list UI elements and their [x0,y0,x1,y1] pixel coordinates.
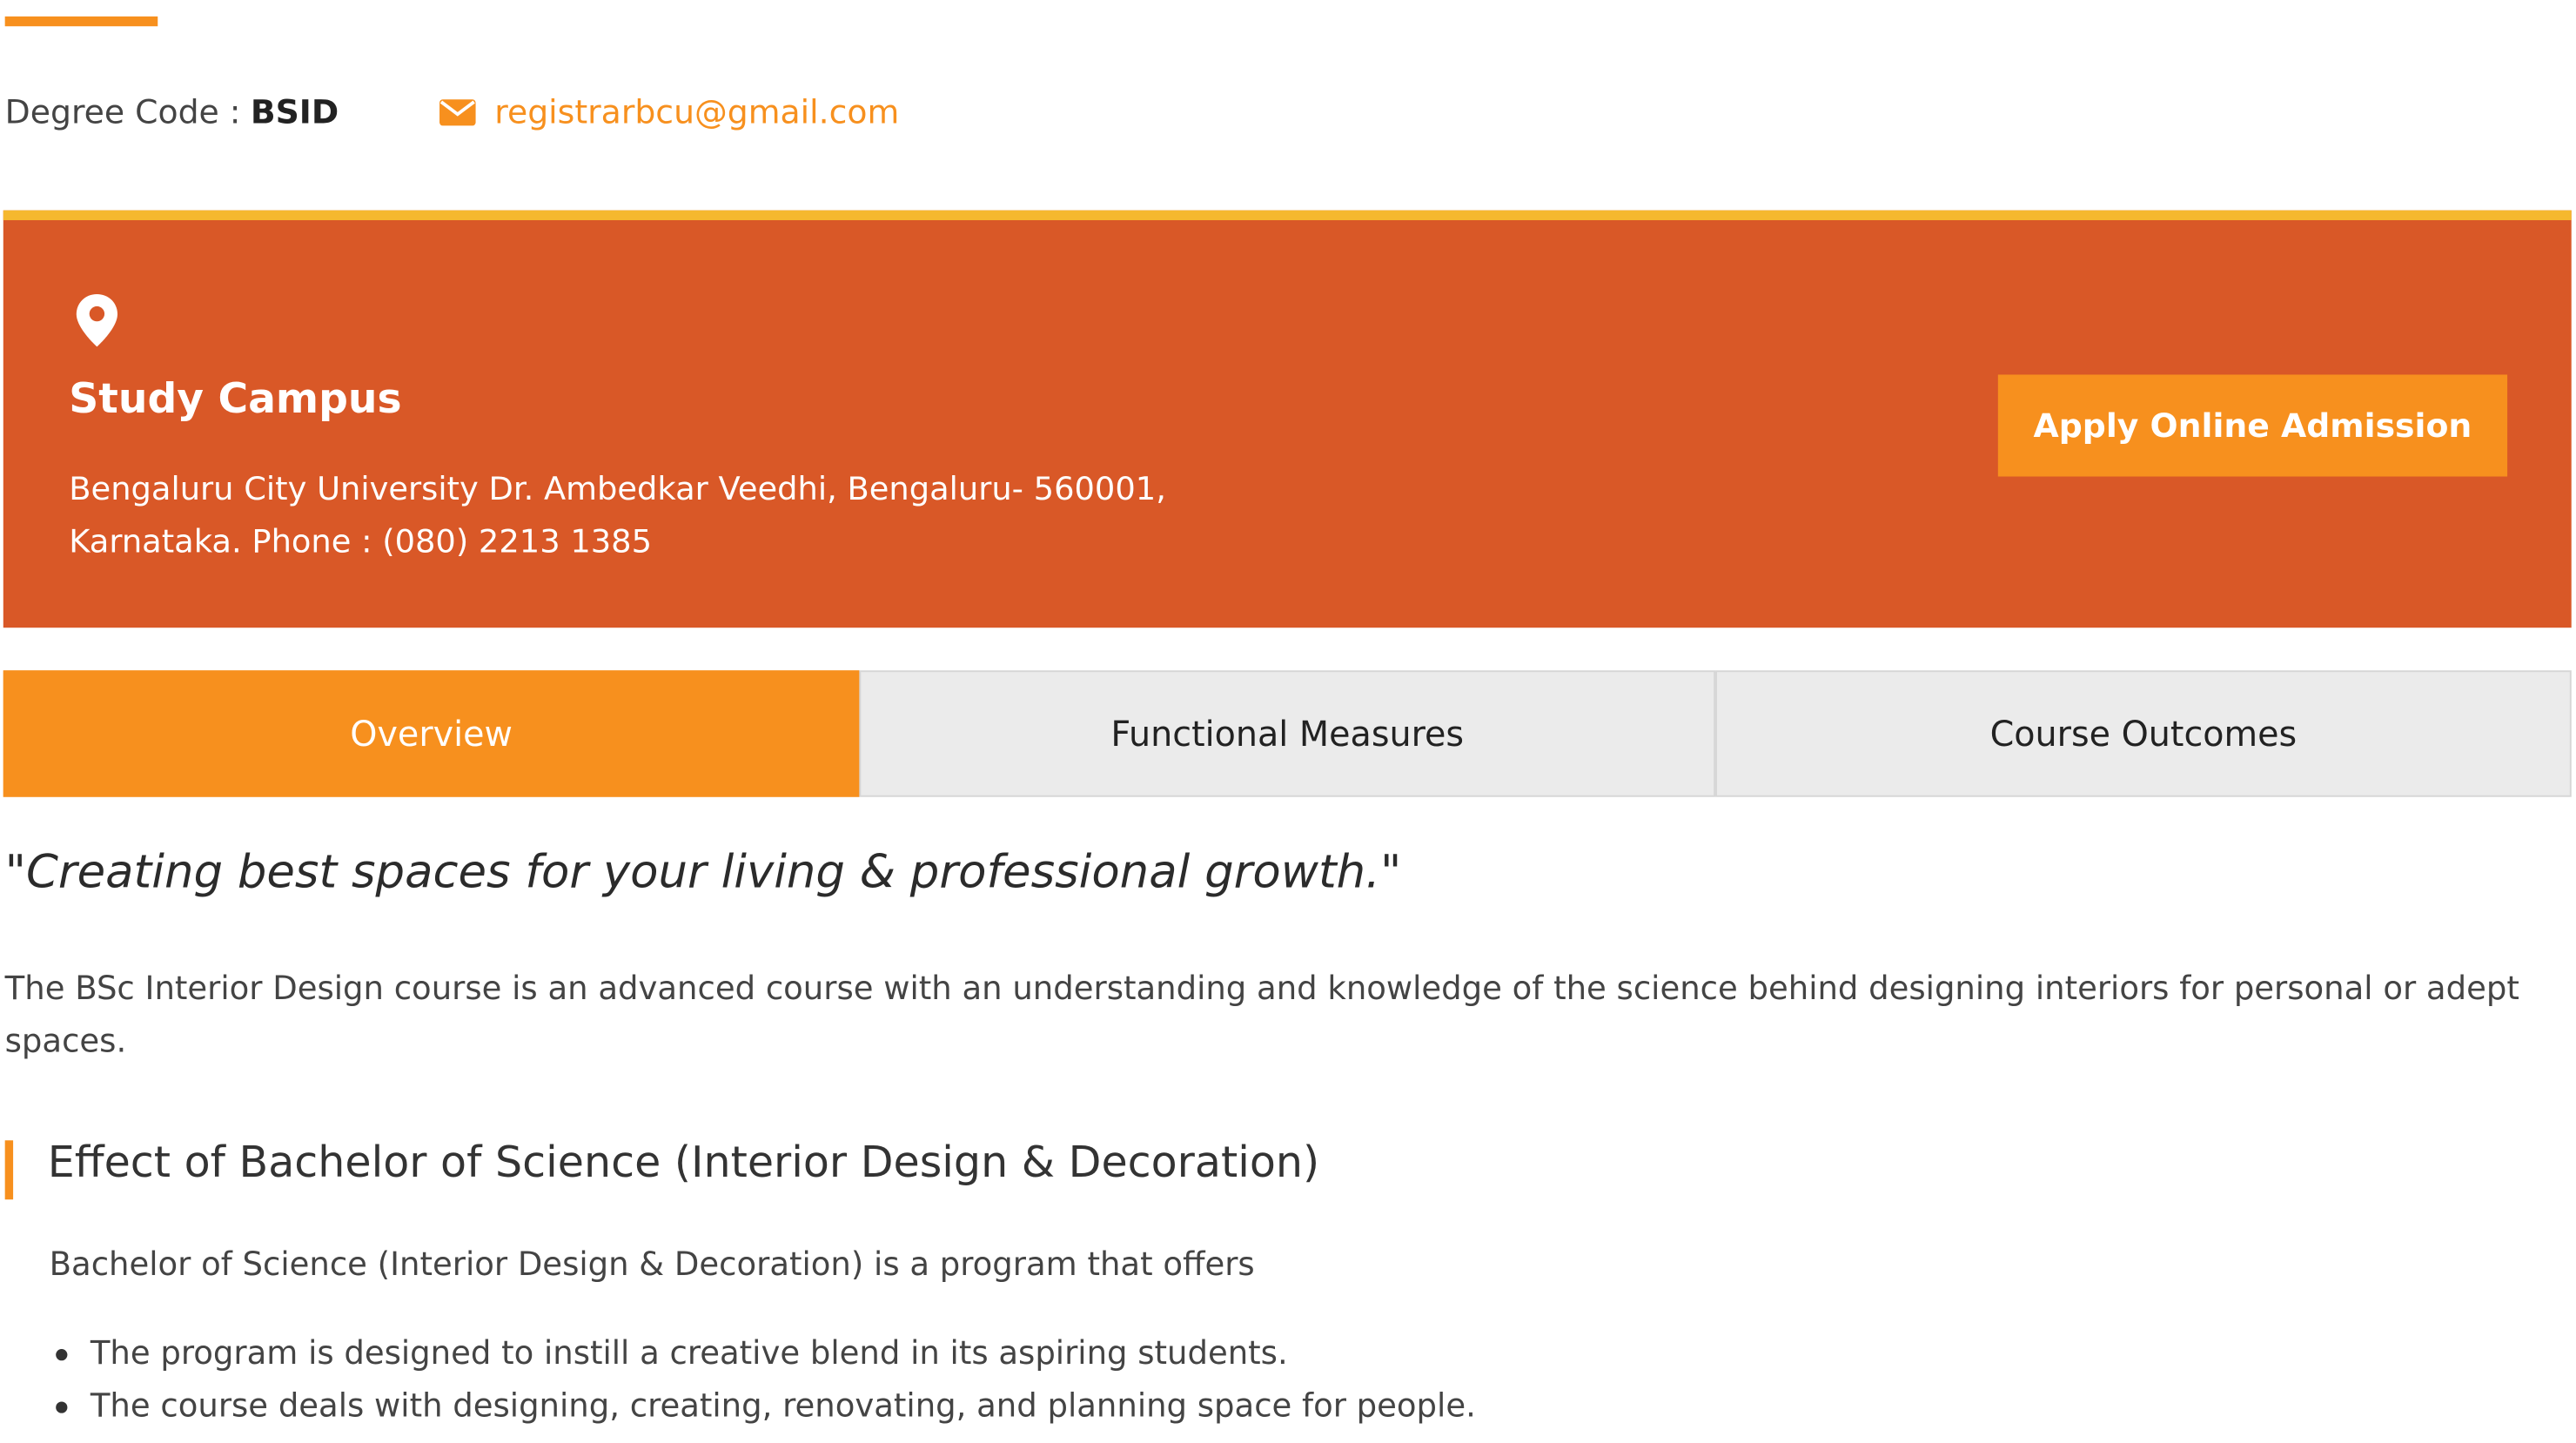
degree-code-row: Degree Code : BSID [5,89,339,135]
tab-functional-measures[interactable]: Functional Measures [859,670,1716,797]
tab-overview[interactable]: Overview [3,670,860,797]
campus-title: Study Campus [69,374,402,423]
accent-line [4,16,158,27]
tab-course-outcomes[interactable]: Course Outcomes [1715,670,2572,797]
section-heading-marker [4,1140,14,1200]
list-item-text: The program is designed to instill a cre… [90,1334,1288,1373]
bullet-list: The program is designed to instill a cre… [56,1328,1476,1433]
email-link[interactable]: registrarbcu@gmail.com [494,92,899,131]
email-contact[interactable]: registrarbcu@gmail.com [439,89,899,135]
bullet-icon [56,1349,68,1361]
course-tabs: Overview Functional Measures Course Outc… [3,670,2572,797]
page: Degree Code : BSID registrarbcu@gmail.co… [0,0,2576,1443]
degree-code-label: Degree Code : [4,91,241,132]
degree-code-value: BSID [250,91,339,132]
list-item: The program is designed to instill a cre… [56,1328,1476,1380]
overview-intro: The BSc Interior Design course is an adv… [4,969,2519,1060]
location-pin-icon [76,293,117,347]
list-item-text: The course deals with designing, creatin… [90,1386,1476,1425]
list-item: The course deals with designing, creatin… [56,1380,1476,1433]
apply-online-admission-button[interactable]: Apply Online Admission [1997,374,2508,477]
envelope-icon [439,98,476,125]
section-lead: Bachelor of Science (Interior Design & D… [49,1245,1255,1284]
section-heading: Effect of Bachelor of Science (Interior … [47,1138,1320,1189]
bullet-icon [56,1401,68,1413]
overview-tagline: "Creating best spaces for your living & … [4,844,1402,899]
study-campus-panel: Study Campus Bengaluru City University D… [3,210,2572,628]
campus-address: Bengaluru City University Dr. Ambedkar V… [69,469,1166,560]
